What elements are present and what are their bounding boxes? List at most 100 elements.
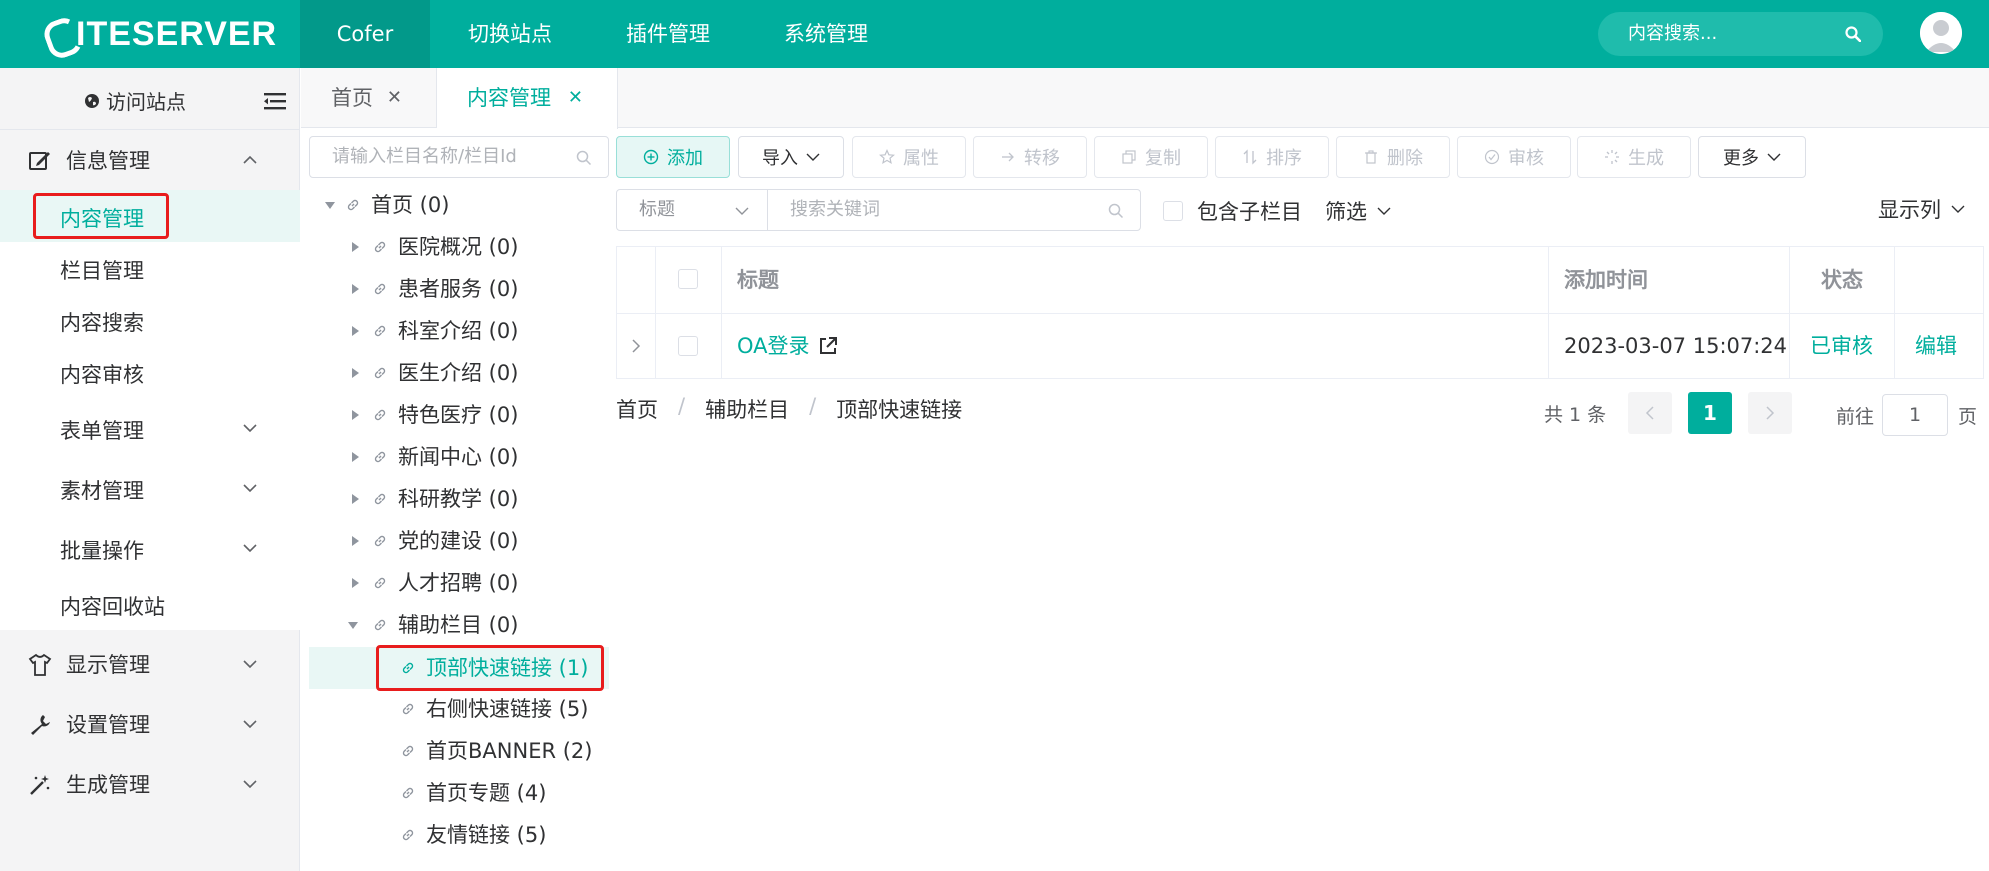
sort-button[interactable]: 排序 (1215, 136, 1329, 178)
highlight-box-tree (376, 645, 604, 691)
caret-down-icon[interactable] (348, 622, 358, 629)
close-icon[interactable]: ✕ (568, 68, 583, 128)
breadcrumb-separator: / (809, 394, 817, 418)
nav-plugin-management[interactable]: 插件管理 (608, 0, 728, 68)
avatar[interactable] (1920, 12, 1962, 54)
tree-node[interactable]: 科研教学 (0) (0, 479, 620, 519)
tree-node[interactable]: 辅助栏目 (0) (0, 605, 620, 645)
tree-node[interactable]: 友情链接 (5) (0, 815, 620, 855)
tab-bar: 首页 ✕ 内容管理 ✕ (301, 68, 1989, 129)
caret-right-icon[interactable] (352, 284, 359, 294)
caret-right-icon[interactable] (352, 410, 359, 420)
pager-prev-button[interactable] (1628, 392, 1672, 434)
logo-s-glyph (44, 17, 74, 51)
expand-row-icon[interactable] (631, 339, 641, 353)
breadcrumb-item[interactable]: 首页 (616, 394, 658, 424)
tree-node-label: 特色医疗 (0) (398, 403, 519, 427)
header-added-time: 添加时间 (1564, 268, 1648, 292)
caret-right-icon[interactable] (352, 368, 359, 378)
more-button[interactable]: 更多 (1698, 136, 1806, 178)
visit-site-link[interactable]: 访问站点 (84, 86, 186, 115)
tab-content-management[interactable]: 内容管理 ✕ (437, 68, 618, 129)
review-button[interactable]: 审核 (1457, 136, 1571, 178)
menu-collapse-icon[interactable] (264, 92, 286, 110)
nav-cofer[interactable]: Cofer (300, 0, 430, 68)
filter-dropdown[interactable]: 筛选 (1325, 196, 1391, 226)
tree-node[interactable]: 新闻中心 (0) (0, 437, 620, 477)
edit-icon (29, 152, 50, 170)
tree-node[interactable]: 首页专题 (4) (0, 773, 620, 813)
row-checkbox[interactable] (678, 336, 698, 356)
generate-button-label: 生成 (1628, 148, 1664, 169)
transfer-button[interactable]: 转移 (973, 136, 1087, 178)
tree-node[interactable]: 人才招聘 (0) (0, 563, 620, 603)
select-all-checkbox[interactable] (678, 269, 698, 289)
caret-down-icon[interactable] (325, 202, 335, 209)
caret-right-icon[interactable] (352, 536, 359, 546)
caret-right-icon[interactable] (352, 452, 359, 462)
link-icon (374, 409, 386, 421)
copy-button[interactable]: 复制 (1094, 136, 1208, 178)
content-search-placeholder: 内容搜索... (1628, 23, 1718, 44)
close-icon[interactable]: ✕ (387, 68, 402, 128)
pager-page[interactable]: 1 (1688, 392, 1732, 434)
delete-button-label: 删除 (1387, 148, 1423, 169)
nav-switch-site[interactable]: 切换站点 (450, 0, 570, 68)
tree-node-label: 患者服务 (0) (398, 277, 519, 301)
chevron-down-icon (1767, 153, 1781, 161)
attributes-button[interactable]: 属性 (852, 136, 966, 178)
content-table: 标题 添加时间 状态 OA登录 2023-03-07 15:07:24 已审核 … (616, 246, 1984, 379)
link-icon (402, 787, 414, 799)
link-icon (374, 451, 386, 463)
tree-node[interactable]: 医院概况 (0) (0, 227, 620, 267)
caret-right-icon[interactable] (352, 578, 359, 588)
tree-node[interactable]: 患者服务 (0) (0, 269, 620, 309)
display-columns-dropdown[interactable]: 显示列 (1878, 194, 1965, 224)
pager-goto-suffix: 页 (1958, 406, 1978, 428)
tree-node[interactable]: 医生介绍 (0) (0, 353, 620, 393)
channel-search-input[interactable]: 请输入栏目名称/栏目Id (309, 136, 609, 178)
include-subchannels-checkbox[interactable]: 包含子栏目 (1163, 196, 1302, 226)
content-title-link[interactable]: OA登录 (737, 313, 838, 379)
chevron-down-icon (735, 207, 749, 215)
tree-node[interactable]: 特色医疗 (0) (0, 395, 620, 435)
caret-right-icon[interactable] (352, 326, 359, 336)
generate-button[interactable]: 生成 (1577, 136, 1691, 178)
search-field-select[interactable]: 标题 (616, 189, 768, 231)
chevron-down-icon (1951, 205, 1965, 213)
tab-home[interactable]: 首页 ✕ (301, 68, 437, 128)
edit-link[interactable]: 编辑 (1915, 313, 1957, 379)
delete-button[interactable]: 删除 (1336, 136, 1450, 178)
import-button[interactable]: 导入 (738, 136, 844, 178)
pager-next-button[interactable] (1748, 392, 1792, 434)
content-search-input[interactable]: 内容搜索... (1598, 12, 1883, 56)
add-button[interactable]: 添加 (616, 136, 730, 178)
search-icon[interactable] (1845, 26, 1861, 42)
search-icon[interactable] (1108, 203, 1124, 219)
sort-icon (1243, 149, 1257, 165)
tree-node-label: 首页专题 (4) (426, 781, 547, 805)
search-field-value: 标题 (639, 199, 675, 220)
tree-node-label: 辅助栏目 (0) (398, 613, 519, 637)
tree-node[interactable]: 科室介绍 (0) (0, 311, 620, 351)
tree-node[interactable]: 党的建设 (0) (0, 521, 620, 561)
tree-node[interactable]: 右侧快速链接 (5) (0, 689, 620, 729)
keyword-search-input[interactable]: 搜索关键词 (767, 189, 1141, 231)
more-button-label: 更多 (1723, 148, 1759, 169)
link-icon (374, 325, 386, 337)
sidebar-group-info-management[interactable]: 信息管理 (0, 130, 300, 190)
siteserver-logo[interactable]: ITESERVER (44, 12, 277, 56)
caret-right-icon[interactable] (352, 242, 359, 252)
checkbox[interactable] (1163, 201, 1183, 221)
breadcrumb-item[interactable]: 辅助栏目 (705, 394, 789, 424)
caret-right-icon[interactable] (352, 494, 359, 504)
filter-label: 筛选 (1325, 200, 1367, 224)
check-circle-icon (1484, 149, 1500, 165)
tree-node[interactable]: 首页BANNER (2) (0, 731, 620, 771)
link-icon (402, 745, 414, 757)
tree-node[interactable]: 首页 (0) (0, 185, 620, 225)
link-icon (374, 535, 386, 547)
pager-goto-input[interactable]: 1 (1882, 394, 1948, 436)
nav-system-management[interactable]: 系统管理 (766, 0, 886, 68)
globe-icon (85, 93, 99, 108)
